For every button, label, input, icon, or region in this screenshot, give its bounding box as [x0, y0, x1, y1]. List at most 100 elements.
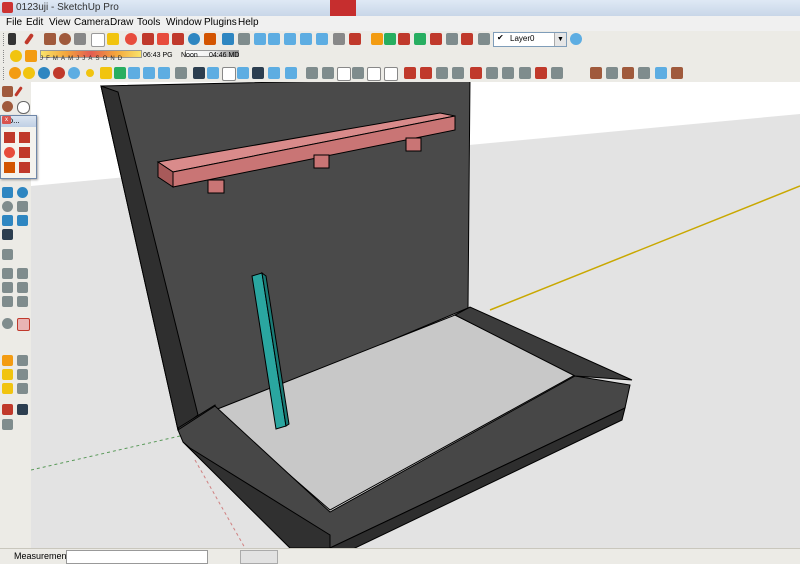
zoom-window-icon[interactable]: [17, 201, 28, 212]
walk-icon[interactable]: [23, 67, 35, 79]
wireframe-icon[interactable]: [193, 67, 205, 79]
scale-icon[interactable]: [4, 162, 15, 173]
menu-view[interactable]: View: [49, 17, 71, 28]
walk-icon[interactable]: [17, 268, 28, 279]
zoom-extents-icon[interactable]: [2, 229, 13, 240]
sun-icon[interactable]: [9, 67, 21, 79]
paint-bucket-icon[interactable]: [107, 33, 119, 45]
toolbar-grip[interactable]: [3, 50, 7, 63]
menu-edit[interactable]: Edit: [26, 17, 43, 28]
walk-person-icon[interactable]: [2, 404, 13, 415]
axes-icon[interactable]: [17, 383, 28, 394]
front-view-icon[interactable]: [284, 33, 296, 45]
right-view-icon[interactable]: [300, 33, 312, 45]
solid-tools-icon[interactable]: [502, 67, 514, 79]
pencil-icon[interactable]: [23, 32, 35, 46]
close-icon[interactable]: x: [2, 116, 11, 124]
top-view-icon[interactable]: [268, 33, 280, 45]
stamp-icon[interactable]: [551, 67, 563, 79]
home-icon[interactable]: [337, 67, 351, 81]
eye-icon[interactable]: [2, 419, 13, 430]
globe-icon[interactable]: [38, 67, 50, 79]
dimension-icon[interactable]: [349, 33, 361, 45]
section-display-icon[interactable]: [17, 282, 28, 293]
photo-texture-icon[interactable]: [671, 67, 683, 79]
front-icon[interactable]: [306, 67, 318, 79]
walk-icon[interactable]: [414, 33, 426, 45]
right-icon[interactable]: [322, 67, 334, 79]
person-icon[interactable]: [2, 355, 13, 366]
menu-window[interactable]: Window: [166, 17, 202, 28]
measure-icon[interactable]: [2, 318, 13, 329]
menu-help[interactable]: Help: [238, 17, 259, 28]
sun-icon[interactable]: [10, 50, 22, 62]
menu-plugins[interactable]: Plugins: [204, 17, 237, 28]
dimension-icon[interactable]: [17, 369, 28, 380]
iso-view-icon[interactable]: [254, 33, 266, 45]
search-icon[interactable]: [68, 67, 80, 79]
select-icon[interactable]: [8, 33, 16, 45]
circle-icon[interactable]: [59, 33, 71, 45]
position-camera-icon[interactable]: [2, 249, 13, 260]
floating-toolbar-header[interactable]: Mo... x: [1, 116, 36, 127]
flip-edge-icon[interactable]: [622, 67, 634, 79]
pan-icon[interactable]: [17, 187, 28, 198]
settings-gear-icon[interactable]: [478, 33, 490, 45]
monochrome-icon[interactable]: [252, 67, 264, 79]
move-icon[interactable]: [4, 132, 15, 143]
paint-icon[interactable]: [2, 383, 13, 394]
back-icon[interactable]: [352, 67, 364, 79]
footprints-icon[interactable]: [17, 404, 28, 415]
model-drawing[interactable]: [31, 82, 800, 548]
split-icon[interactable]: [470, 67, 482, 79]
menu-tools[interactable]: Tools: [137, 17, 160, 28]
light-icon[interactable]: [86, 69, 94, 77]
toolbar-grip[interactable]: [3, 33, 7, 46]
previous-icon[interactable]: [2, 215, 13, 226]
move-icon[interactable]: [142, 33, 154, 45]
tape-icon[interactable]: [333, 33, 345, 45]
camera-icon[interactable]: [128, 67, 140, 79]
zoom-icon[interactable]: [238, 33, 250, 45]
shadow-icon[interactable]: [100, 67, 112, 79]
outer-shell-icon[interactable]: [486, 67, 498, 79]
text-icon[interactable]: [2, 369, 13, 380]
text-icon[interactable]: [371, 33, 383, 45]
follow-me-icon[interactable]: [188, 33, 200, 45]
rectangle-icon[interactable]: [44, 33, 56, 45]
union-icon[interactable]: [420, 67, 432, 79]
tape-measure-icon[interactable]: [17, 355, 28, 366]
smoove-icon[interactable]: [535, 67, 547, 79]
follow-me-icon[interactable]: [19, 147, 30, 158]
fog-icon[interactable]: [114, 67, 126, 79]
subtract-icon[interactable]: [436, 67, 448, 79]
chevron-down-icon[interactable]: ▼: [554, 33, 566, 46]
orbit-icon[interactable]: [125, 33, 137, 45]
sandbox-icon[interactable]: [446, 33, 458, 45]
pencil-icon[interactable]: [14, 86, 23, 97]
arc-icon[interactable]: [17, 101, 30, 114]
section-cut-icon[interactable]: [2, 296, 13, 307]
pan-icon[interactable]: [222, 33, 234, 45]
zoom-icon[interactable]: [2, 201, 13, 212]
erase-icon[interactable]: [91, 33, 105, 47]
rotate-icon[interactable]: [172, 33, 184, 45]
layer-dropdown[interactable]: ✔ Layer0 ▼: [493, 32, 567, 47]
push-pull-icon[interactable]: [19, 132, 30, 143]
measurements-input[interactable]: [66, 550, 208, 564]
textured-icon[interactable]: [237, 67, 249, 79]
menu-draw[interactable]: Draw: [110, 17, 133, 28]
terrain-icon[interactable]: [638, 67, 650, 79]
offset-icon[interactable]: [19, 162, 30, 173]
section-fill-icon[interactable]: [17, 296, 28, 307]
geo-icon[interactable]: [655, 67, 667, 79]
layer-manager-icon[interactable]: [570, 33, 582, 45]
add-detail-icon[interactable]: [606, 67, 618, 79]
sandbox-from-contours-icon[interactable]: [519, 67, 531, 79]
axes-icon[interactable]: [384, 33, 396, 45]
edges-icon[interactable]: [158, 67, 170, 79]
toolbar-grip[interactable]: [3, 67, 7, 80]
shadow-toggle-icon[interactable]: [25, 50, 37, 62]
look-around-icon[interactable]: [430, 33, 442, 45]
section-plane-icon[interactable]: [398, 33, 410, 45]
